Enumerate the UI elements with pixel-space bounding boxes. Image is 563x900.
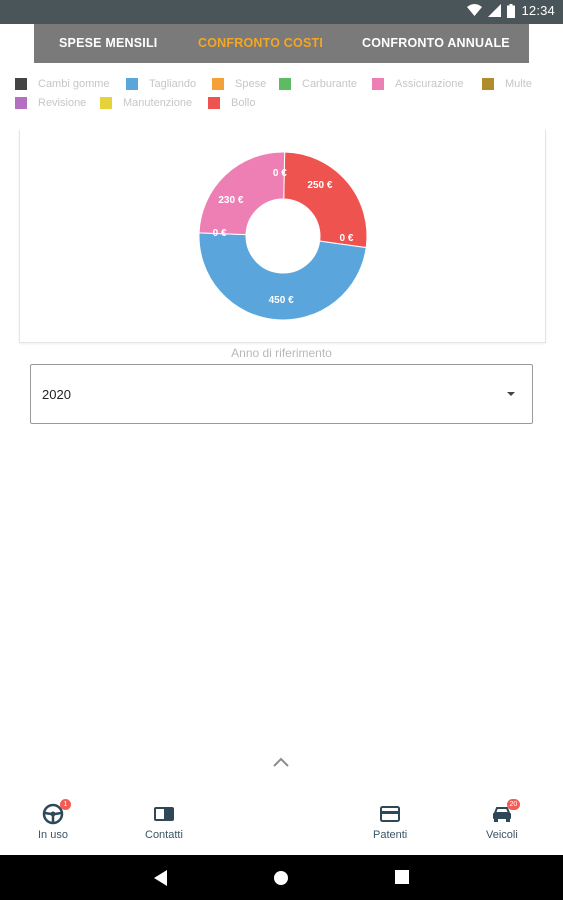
back-icon[interactable] [154, 870, 168, 886]
donut-data-label: 450 € [269, 295, 294, 306]
donut-slice-bollo[interactable] [283, 151, 368, 249]
donut-slice-assicurazione[interactable] [198, 151, 286, 236]
signal-icon [488, 4, 502, 17]
nav-label: Patenti [373, 829, 408, 841]
recents-icon[interactable] [395, 870, 409, 884]
bottom-navigation: 1 In uso Contatti Patenti 20 Veicoli [0, 793, 563, 855]
nav-item-contatti[interactable]: Contatti [145, 803, 183, 841]
donut-slice-tagliando[interactable] [198, 232, 367, 321]
legend-label: Cambi gomme [38, 78, 110, 90]
legend-swatch [372, 78, 384, 90]
tab-bar: SPESE MENSILI CONFRONTO COSTI CONFRONTO … [34, 24, 529, 63]
legend-item: Manutenzione [100, 97, 192, 109]
legend-swatch [482, 78, 494, 90]
tab-confronto-costi[interactable]: CONFRONTO COSTI [198, 36, 323, 50]
status-icons: 12:34 [467, 3, 555, 18]
chart-card: 250 € 450 € 230 € 0 € 0 € 0 € [19, 130, 546, 343]
legend-swatch [100, 97, 112, 109]
year-select-value: 2020 [42, 387, 71, 402]
nav-item-in-uso[interactable]: 1 In uso [38, 799, 71, 841]
legend-label: Manutenzione [123, 97, 193, 109]
legend-label: Assicurazione [395, 78, 464, 90]
legend-swatch [15, 97, 27, 109]
legend-swatch [212, 78, 224, 90]
year-selector-label: Anno di riferimento [231, 346, 332, 360]
legend-item: Revisione [15, 97, 86, 109]
chevron-up-icon[interactable] [272, 756, 290, 768]
legend-swatch [208, 97, 220, 109]
legend-item: Spese [212, 78, 266, 90]
home-icon[interactable] [273, 870, 289, 886]
dropdown-arrow-icon [507, 392, 515, 396]
tab-spese-mensili[interactable]: SPESE MENSILI [59, 36, 157, 50]
legend-swatch [126, 78, 138, 90]
nav-label: Veicoli [486, 829, 518, 841]
nav-icon-wrapper: 1 [42, 799, 71, 825]
wifi-icon [467, 4, 483, 16]
legend-item: Tagliando [126, 78, 196, 90]
nav-item-patenti[interactable]: Patenti [373, 803, 407, 841]
status-time: 12:34 [521, 3, 555, 18]
donut-chart: 250 € 450 € 230 € 0 € 0 € 0 € [198, 151, 368, 321]
battery-icon [507, 3, 516, 18]
system-navigation-bar [0, 855, 563, 900]
legend-item: Multe [482, 78, 532, 90]
nav-label: Contatti [145, 829, 183, 841]
year-select[interactable]: 2020 [30, 364, 533, 424]
donut-data-label: 250 € [307, 180, 332, 191]
legend-swatch [15, 78, 27, 90]
legend-label: Multe [505, 78, 532, 90]
donut-data-label: 0 € [340, 233, 354, 244]
tab-confronto-annuale[interactable]: CONFRONTO ANNUALE [362, 36, 510, 50]
nav-item-veicoli[interactable]: 20 Veicoli [486, 799, 520, 841]
legend-label: Tagliando [149, 78, 197, 90]
contacts-icon [153, 807, 174, 821]
legend-item: Carburante [279, 78, 357, 90]
nav-icon-wrapper [153, 803, 175, 825]
notification-badge: 1 [59, 799, 71, 810]
legend-item: Bollo [208, 97, 255, 109]
license-card-icon [380, 806, 401, 822]
nav-icon-wrapper: 20 [491, 799, 520, 825]
donut-data-label: 0 € [213, 228, 227, 239]
notification-badge: 20 [506, 799, 520, 810]
nav-label: In uso [38, 829, 68, 841]
status-bar: 12:34 [0, 0, 563, 24]
donut-data-label: 230 € [218, 195, 243, 206]
legend-item: Cambi gomme [15, 78, 110, 90]
legend-label: Bollo [231, 97, 256, 109]
legend-item: Assicurazione [372, 78, 463, 90]
legend-label: Carburante [302, 78, 358, 90]
legend-label: Spese [235, 78, 267, 90]
legend-label: Revisione [38, 97, 87, 109]
donut-data-label: 0 € [273, 168, 287, 179]
legend-swatch [279, 78, 291, 90]
nav-icon-wrapper [379, 803, 401, 825]
